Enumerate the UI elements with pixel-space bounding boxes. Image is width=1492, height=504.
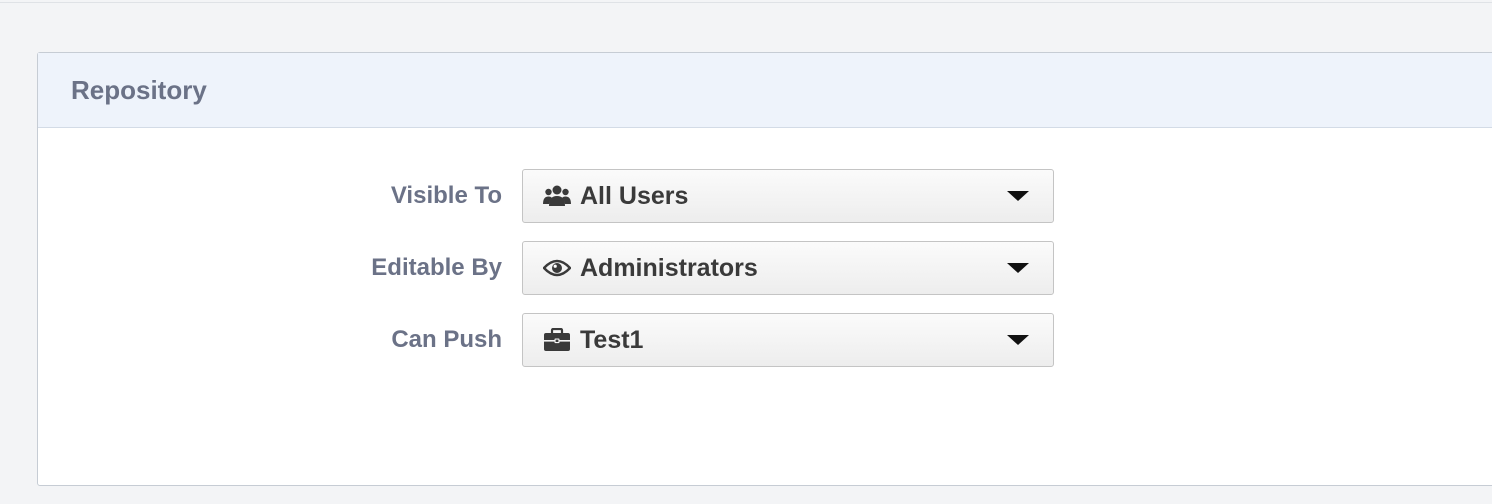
editable-by-row: Editable By Administrators xyxy=(38,241,1138,295)
editable-by-value: Administrators xyxy=(580,254,758,282)
panel-title: Repository xyxy=(71,74,207,105)
can-push-row: Can Push Test1 xyxy=(38,313,1138,367)
editable-by-select[interactable]: Administrators xyxy=(522,241,1054,295)
editable-by-label: Editable By xyxy=(371,254,502,281)
top-divider xyxy=(0,2,1492,3)
visible-to-value: All Users xyxy=(580,182,689,210)
briefcase-icon xyxy=(543,314,571,366)
users-icon xyxy=(543,170,571,222)
eye-icon xyxy=(543,242,571,294)
chevron-down-icon xyxy=(1007,335,1029,345)
repository-panel: Repository Visible To All Users Editable… xyxy=(37,52,1492,486)
visible-to-select[interactable]: All Users xyxy=(522,169,1054,223)
panel-header: Repository xyxy=(38,53,1492,128)
chevron-down-icon xyxy=(1007,191,1029,201)
can-push-value: Test1 xyxy=(580,326,644,354)
visible-to-row: Visible To All Users xyxy=(38,169,1138,223)
chevron-down-icon xyxy=(1007,263,1029,273)
can-push-select[interactable]: Test1 xyxy=(522,313,1054,367)
visible-to-label: Visible To xyxy=(390,182,502,209)
can-push-label: Can Push xyxy=(391,326,502,353)
